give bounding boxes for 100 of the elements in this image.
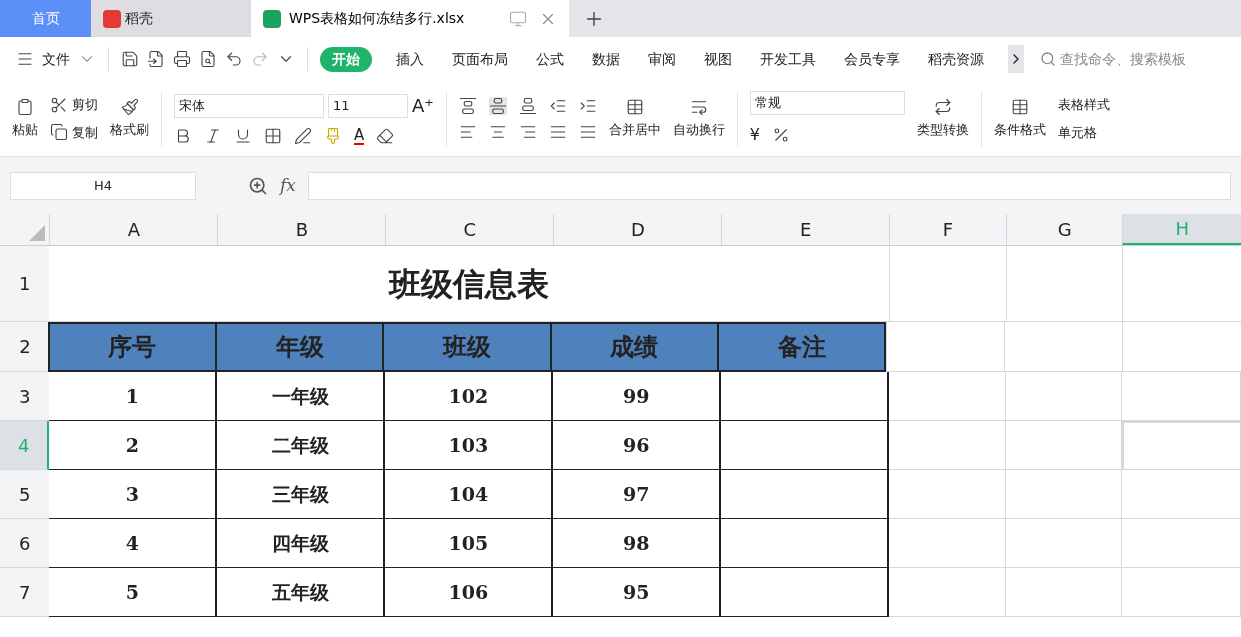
- row-header[interactable]: 3: [0, 372, 50, 421]
- table-cell: 103: [385, 421, 554, 470]
- brush-icon[interactable]: [120, 97, 139, 116]
- export-icon[interactable]: [147, 50, 165, 68]
- empty-cell[interactable]: [889, 372, 1006, 421]
- preview-icon[interactable]: [199, 50, 217, 68]
- table-cell: 5: [49, 568, 218, 617]
- table-cell: 一年级: [217, 372, 386, 421]
- ribbon-tab[interactable]: 开发工具: [756, 48, 820, 70]
- empty-cell[interactable]: [1005, 421, 1123, 470]
- print-icon[interactable]: [173, 50, 191, 68]
- empty-cell[interactable]: [1122, 519, 1241, 568]
- ribbon-tab[interactable]: 审阅: [644, 48, 680, 70]
- document-tab[interactable]: 稻壳: [91, 0, 251, 37]
- copy-icon[interactable]: [50, 123, 68, 142]
- border-icon[interactable]: [264, 127, 282, 145]
- empty-cell[interactable]: [889, 470, 1006, 519]
- fill-color-icon[interactable]: [324, 127, 342, 145]
- pen-icon[interactable]: [294, 127, 312, 145]
- column-header[interactable]: B: [217, 214, 386, 245]
- row-header[interactable]: 6: [0, 519, 50, 568]
- empty-cell[interactable]: [1005, 519, 1123, 568]
- align-middle-icon[interactable]: [488, 96, 507, 115]
- empty-cell[interactable]: [1005, 470, 1123, 519]
- number-format-field[interactable]: 常规: [749, 90, 905, 115]
- undo-icon[interactable]: [225, 50, 243, 68]
- align-top-icon[interactable]: [458, 96, 477, 115]
- font-field[interactable]: 宋体: [174, 93, 324, 118]
- eraser-icon[interactable]: [376, 127, 395, 145]
- ribbon-tab[interactable]: 稻壳资源: [924, 48, 988, 70]
- italic-icon[interactable]: [204, 127, 222, 145]
- grow-font-button[interactable]: A⁺: [412, 92, 434, 119]
- column-header[interactable]: C: [385, 214, 554, 245]
- paste-button[interactable]: 粘贴: [12, 119, 38, 140]
- cut-button[interactable]: 剪切: [72, 95, 98, 115]
- save-icon[interactable]: [121, 50, 139, 68]
- table-cell: 102: [385, 372, 554, 421]
- column-header[interactable]: F: [889, 214, 1006, 245]
- table-cell: 二年级: [217, 421, 386, 470]
- ribbon-tab[interactable]: 页面布局: [448, 48, 512, 70]
- table-style-button[interactable]: 表格样式: [1057, 95, 1110, 115]
- formula-field[interactable]: [307, 171, 1231, 200]
- more-tabs-button[interactable]: [1008, 45, 1024, 73]
- table-cell: 97: [553, 470, 722, 519]
- empty-cell[interactable]: [889, 568, 1006, 617]
- cell-style-button[interactable]: 单元格: [1057, 122, 1110, 142]
- percent-icon[interactable]: [772, 125, 790, 144]
- row-header[interactable]: 5: [0, 470, 50, 519]
- font-color-button[interactable]: A: [354, 127, 365, 145]
- currency-button[interactable]: ¥: [749, 122, 760, 147]
- convert-button[interactable]: 类型转换: [916, 119, 969, 140]
- insert-function-button[interactable]: fx: [280, 172, 296, 199]
- empty-cell[interactable]: [1121, 322, 1241, 372]
- merge-icon[interactable]: [625, 97, 644, 116]
- empty-cell[interactable]: [1005, 372, 1123, 421]
- align-bottom-icon[interactable]: [518, 96, 537, 115]
- name-box[interactable]: H4: [10, 171, 196, 200]
- search-icon: [1040, 51, 1056, 67]
- empty-cell[interactable]: [1122, 568, 1241, 617]
- ribbon-tab[interactable]: 公式: [532, 48, 568, 70]
- search-field[interactable]: 查找命令、搜索模板: [1060, 48, 1186, 70]
- scissors-icon[interactable]: [50, 95, 68, 114]
- column-header[interactable]: A: [49, 214, 218, 245]
- spreadsheet-icon: [263, 9, 281, 28]
- selected-cell[interactable]: [1122, 421, 1241, 470]
- font-size-field[interactable]: 11: [328, 93, 408, 118]
- table-cell: 95: [553, 568, 722, 617]
- format-painter-button[interactable]: 格式刷: [110, 119, 149, 140]
- column-header[interactable]: D: [553, 214, 722, 245]
- empty-cell[interactable]: [1005, 568, 1123, 617]
- table-header-cell: 序号: [47, 322, 218, 372]
- copy-button[interactable]: 复制: [72, 122, 98, 142]
- empty-cell[interactable]: [889, 421, 1006, 470]
- empty-cell[interactable]: [1003, 322, 1122, 372]
- convert-icon[interactable]: [933, 97, 952, 116]
- document-tab[interactable]: WPS表格如何冻结多行.xlsx: [251, 0, 569, 37]
- ribbon-tab[interactable]: 视图: [700, 48, 736, 70]
- row-header[interactable]: 7: [0, 568, 50, 617]
- table-cell: 2: [49, 421, 218, 470]
- table-header-cell: 年级: [215, 322, 385, 372]
- column-header[interactable]: E: [721, 214, 890, 245]
- wrap-button[interactable]: 自动换行: [672, 119, 725, 140]
- ribbon-tab[interactable]: 数据: [588, 48, 624, 70]
- ribbon-tab[interactable]: 插入: [392, 48, 428, 70]
- merge-button[interactable]: 合并居中: [608, 119, 661, 140]
- file-menu[interactable]: 文件: [42, 48, 70, 70]
- table-header-cell: 备注: [717, 322, 887, 372]
- paste-icon[interactable]: [16, 97, 34, 116]
- underline-icon[interactable]: [234, 127, 252, 145]
- table-cell: 四年级: [217, 519, 386, 568]
- ribbon-tab[interactable]: 会员专享: [840, 48, 904, 70]
- table-header-cell: 班级: [382, 322, 552, 372]
- empty-cell[interactable]: [1122, 372, 1241, 421]
- table-cell: 4: [49, 519, 218, 568]
- menu-icon[interactable]: [16, 50, 34, 68]
- table-icon[interactable]: [1010, 97, 1029, 116]
- table-cell: 98: [553, 519, 722, 568]
- empty-cell[interactable]: [889, 519, 1006, 568]
- empty-cell[interactable]: [1122, 470, 1241, 519]
- conditional-format-button[interactable]: 条件格式: [993, 119, 1046, 140]
